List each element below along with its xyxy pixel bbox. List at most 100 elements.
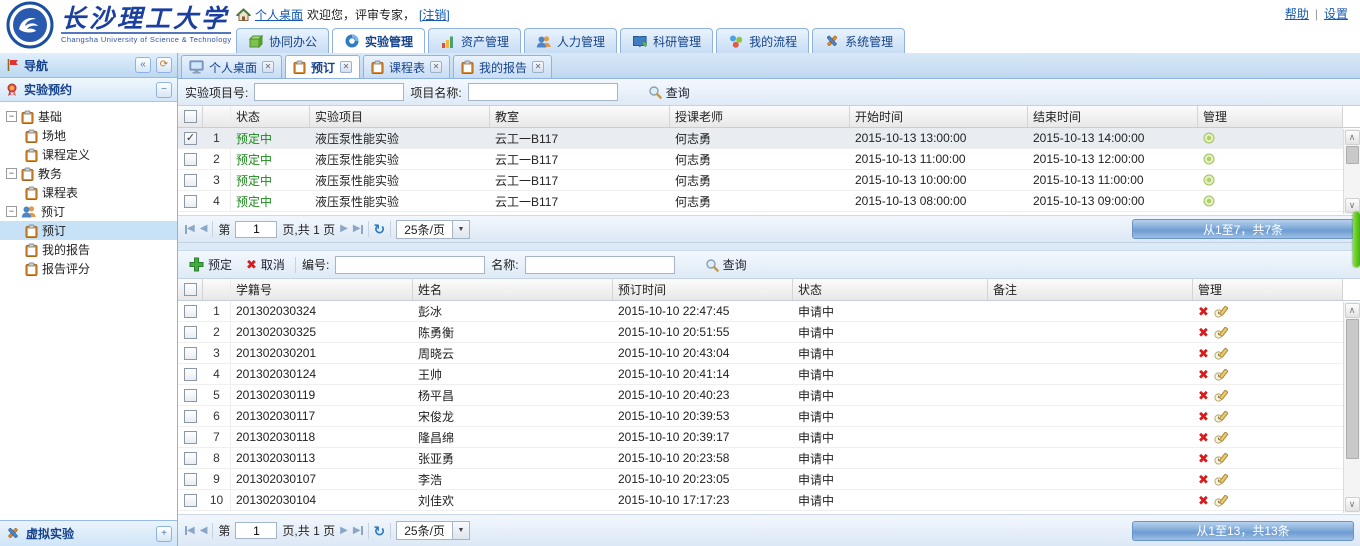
row-checkbox[interactable] bbox=[184, 473, 197, 486]
tree-node-site[interactable]: 场地 bbox=[0, 126, 177, 145]
sub-tab-timetable[interactable]: 课程表✕ bbox=[363, 55, 450, 78]
tree-node-course-def[interactable]: 课程定义 bbox=[0, 145, 177, 164]
last-page-button[interactable]: ▶ bbox=[353, 224, 363, 234]
row-checkbox[interactable] bbox=[184, 326, 197, 339]
sub-tab-booking[interactable]: 预订✕ bbox=[285, 55, 360, 78]
collapse-panel-button[interactable]: − bbox=[156, 82, 172, 98]
desktop-link[interactable]: 个人桌面 bbox=[255, 6, 303, 23]
query-button-2[interactable]: 查询 bbox=[701, 254, 751, 275]
virtual-lab-panel-header[interactable]: 虚拟实验 + bbox=[0, 520, 177, 546]
row-checkbox[interactable] bbox=[184, 305, 197, 318]
code-input[interactable] bbox=[335, 256, 485, 274]
module-tab-hr[interactable]: 人力管理 bbox=[524, 28, 617, 53]
column-header[interactable]: 预订时间 bbox=[613, 279, 793, 300]
first-page-button[interactable]: ◀ bbox=[185, 224, 195, 234]
help-link[interactable]: 帮助 bbox=[1285, 5, 1309, 22]
row-checkbox[interactable] bbox=[184, 431, 197, 444]
tree-node-booking[interactable]: 预订 bbox=[0, 221, 177, 240]
edit-icon[interactable] bbox=[1214, 368, 1228, 381]
close-icon[interactable]: ✕ bbox=[262, 61, 274, 73]
delete-icon[interactable]: ✖ bbox=[1198, 431, 1209, 444]
table-row[interactable]: 4201302030124王帅2015-10-10 20:41:14申请中✖ bbox=[178, 364, 1343, 385]
column-header[interactable]: 管理 bbox=[1198, 106, 1343, 127]
name-input[interactable] bbox=[525, 256, 675, 274]
edit-icon[interactable] bbox=[1214, 410, 1228, 423]
delete-icon[interactable]: ✖ bbox=[1198, 410, 1209, 423]
refresh-icon[interactable]: ↻ bbox=[374, 524, 386, 538]
table-row[interactable]: 7201302030118隆昌绵2015-10-10 20:39:17申请中✖ bbox=[178, 427, 1343, 448]
last-page-button[interactable]: ▶ bbox=[353, 526, 363, 536]
scroll-down-button[interactable]: ∨ bbox=[1345, 497, 1360, 512]
module-tab-system[interactable]: 系统管理 bbox=[812, 28, 905, 53]
row-checkbox[interactable] bbox=[184, 347, 197, 360]
sub-tab-myreports[interactable]: 我的报告✕ bbox=[453, 55, 552, 78]
row-checkbox[interactable] bbox=[184, 153, 197, 166]
prev-page-button[interactable]: ◀ bbox=[200, 224, 208, 234]
scrollbar-thumb[interactable] bbox=[1346, 146, 1359, 164]
next-page-button[interactable]: ▶ bbox=[340, 526, 348, 536]
reserve-button[interactable]: 预定 bbox=[185, 254, 236, 275]
panel-splitter[interactable] bbox=[178, 243, 1360, 251]
table-row[interactable]: 3预定中液压泵性能实验云工一B117何志勇2015-10-13 10:00:00… bbox=[178, 170, 1343, 191]
column-header[interactable]: 授课老师 bbox=[670, 106, 850, 127]
next-page-button[interactable]: ▶ bbox=[340, 224, 348, 234]
row-checkbox[interactable] bbox=[184, 174, 197, 187]
column-header[interactable]: 姓名 bbox=[413, 279, 613, 300]
tree-node-academic[interactable]: −教务 bbox=[0, 164, 177, 183]
edit-icon[interactable] bbox=[1214, 347, 1228, 360]
scroll-up-button[interactable]: ∧ bbox=[1345, 303, 1360, 318]
edit-icon[interactable] bbox=[1214, 431, 1228, 444]
scrollbar-thumb[interactable] bbox=[1346, 319, 1359, 459]
module-tab-asset[interactable]: 资产管理 bbox=[428, 28, 521, 53]
header-checkbox[interactable] bbox=[184, 110, 197, 123]
sub-tab-desktop[interactable]: 个人桌面✕ bbox=[181, 55, 282, 78]
row-checkbox[interactable] bbox=[184, 368, 197, 381]
column-header[interactable]: 教室 bbox=[490, 106, 670, 127]
row-checkbox[interactable] bbox=[184, 494, 197, 507]
table-row[interactable]: 10201302030104刘佳欢2015-10-10 17:17:23申请中✖ bbox=[178, 490, 1343, 511]
collapse-sidebar-button[interactable]: « bbox=[135, 57, 151, 73]
view-detail-icon[interactable] bbox=[1203, 153, 1215, 165]
tree-node-report-score[interactable]: 报告评分 bbox=[0, 259, 177, 278]
row-checkbox[interactable] bbox=[184, 410, 197, 423]
row-checkbox[interactable] bbox=[184, 452, 197, 465]
delete-icon[interactable]: ✖ bbox=[1198, 494, 1209, 507]
column-header[interactable]: 结束时间 bbox=[1028, 106, 1198, 127]
tree-node-booking-group[interactable]: −预订 bbox=[0, 202, 177, 221]
module-tab-research[interactable]: 科研管理 bbox=[620, 28, 713, 53]
header-checkbox[interactable] bbox=[184, 283, 197, 296]
refresh-icon[interactable]: ↻ bbox=[374, 222, 386, 236]
tree-node-timetable[interactable]: 课程表 bbox=[0, 183, 177, 202]
tree-expander-icon[interactable]: − bbox=[6, 111, 17, 122]
edit-icon[interactable] bbox=[1214, 305, 1228, 318]
column-header[interactable]: 管理 bbox=[1193, 279, 1343, 300]
project-no-input[interactable] bbox=[254, 83, 404, 101]
module-tab-lab[interactable]: 实验管理 bbox=[332, 28, 425, 53]
delete-icon[interactable]: ✖ bbox=[1198, 326, 1209, 339]
logout-link[interactable]: [注销] bbox=[419, 6, 450, 23]
scroll-down-button[interactable]: ∨ bbox=[1345, 198, 1360, 213]
edit-icon[interactable] bbox=[1214, 494, 1228, 507]
delete-icon[interactable]: ✖ bbox=[1198, 473, 1209, 486]
view-detail-icon[interactable] bbox=[1203, 132, 1215, 144]
delete-icon[interactable]: ✖ bbox=[1198, 368, 1209, 381]
prev-page-button[interactable]: ◀ bbox=[200, 526, 208, 536]
delete-icon[interactable]: ✖ bbox=[1198, 389, 1209, 402]
edit-icon[interactable] bbox=[1214, 326, 1228, 339]
module-tab-collab[interactable]: 协同办公 bbox=[236, 28, 329, 53]
refresh-nav-button[interactable]: ⟳ bbox=[156, 57, 172, 73]
tree-expander-icon[interactable]: − bbox=[6, 168, 17, 179]
view-detail-icon[interactable] bbox=[1203, 195, 1215, 207]
cancel-button[interactable]: ✖ 取消 bbox=[242, 254, 289, 275]
table-row[interactable]: 9201302030107李浩2015-10-10 20:23:05申请中✖ bbox=[178, 469, 1343, 490]
delete-icon[interactable]: ✖ bbox=[1198, 452, 1209, 465]
module-tab-myflow[interactable]: 我的流程 bbox=[716, 28, 809, 53]
close-icon[interactable]: ✕ bbox=[532, 61, 544, 73]
edit-icon[interactable] bbox=[1214, 473, 1228, 486]
close-icon[interactable]: ✕ bbox=[340, 61, 352, 73]
page-number-input[interactable] bbox=[235, 221, 277, 238]
column-header[interactable]: 开始时间 bbox=[850, 106, 1028, 127]
table-row[interactable]: 6201302030117宋俊龙2015-10-10 20:39:53申请中✖ bbox=[178, 406, 1343, 427]
query-button[interactable]: 查询 bbox=[644, 82, 694, 103]
tree-node-base[interactable]: −基础 bbox=[0, 107, 177, 126]
